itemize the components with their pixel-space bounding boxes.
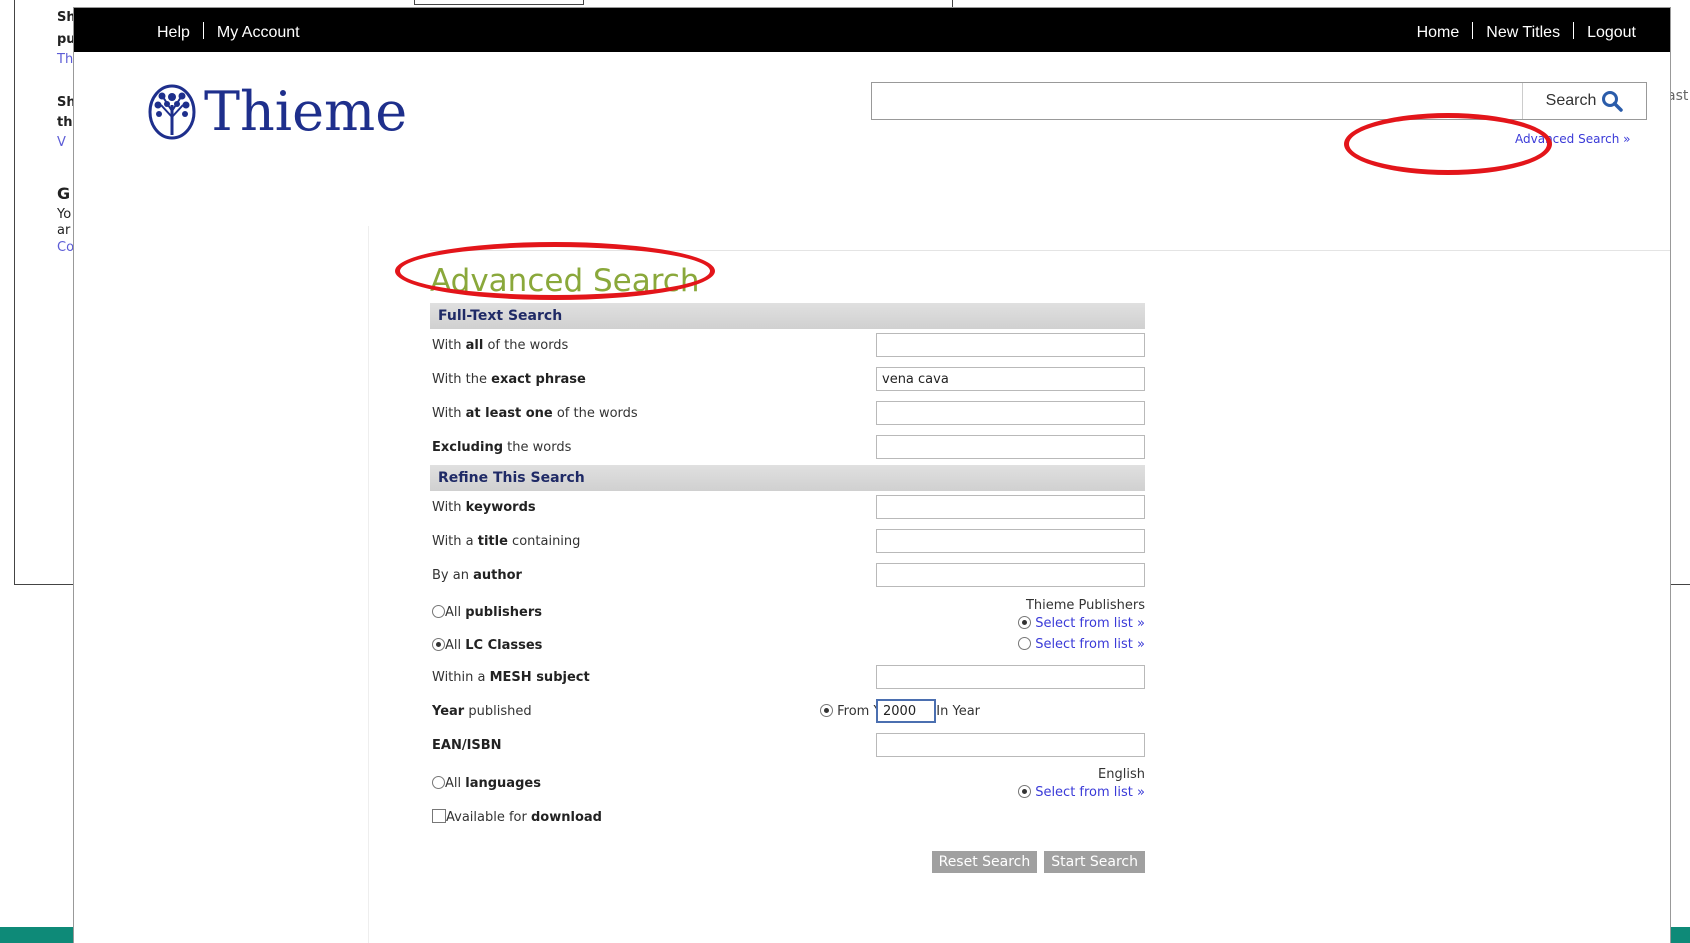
background-link[interactable]: Co <box>57 240 74 256</box>
year-row: Year published From Year In Year <box>430 695 1145 729</box>
site-search: Search <box>871 82 1647 120</box>
at-least-one-input[interactable] <box>876 401 1145 425</box>
top-nav-right: Home New Titles Logout <box>1417 22 1636 42</box>
background-text: ast <box>1667 88 1689 104</box>
exact-phrase-label: With the exact phrase <box>432 372 586 387</box>
excluding-input[interactable] <box>876 435 1145 459</box>
lc-classes-select-option[interactable]: Select from list » <box>1018 637 1145 652</box>
reset-search-button[interactable]: Reset Search <box>931 851 1038 873</box>
all-words-label: With all of the words <box>432 338 569 353</box>
top-nav-bar: Help My Account Home New Titles Logout <box>74 8 1670 52</box>
nav-separator <box>1573 22 1575 39</box>
lc-classes-row: All LC Classes Select from list » <box>430 631 1145 661</box>
top-nav-left: Help My Account <box>157 22 300 42</box>
publishers-select-link[interactable]: Select from list » <box>1035 616 1145 631</box>
all-publishers-option[interactable]: All publishers <box>432 605 542 620</box>
languages-list-radio[interactable] <box>1018 785 1032 798</box>
full-text-search-header: Full-Text Search <box>430 303 1145 329</box>
isbn-row: EAN/ISBN <box>430 729 1145 763</box>
background-heading: G <box>57 184 71 203</box>
publishers-list-radio[interactable] <box>1018 616 1032 629</box>
highlight-circle <box>395 242 715 300</box>
title-input[interactable] <box>876 529 1145 553</box>
logout-link[interactable]: Logout <box>1587 24 1636 41</box>
background-text: ar <box>57 223 71 238</box>
keywords-row: With keywords <box>430 491 1145 525</box>
background-link[interactable]: Th <box>57 52 73 68</box>
all-languages-radio[interactable] <box>432 776 445 789</box>
keywords-input[interactable] <box>876 495 1145 519</box>
languages-select-link[interactable]: Select from list » <box>1035 785 1145 800</box>
all-words-row: With all of the words <box>430 329 1145 363</box>
all-languages-option[interactable]: All languages <box>432 776 541 791</box>
background-box <box>414 0 584 5</box>
keywords-label: With keywords <box>432 500 536 515</box>
mesh-input[interactable] <box>876 665 1145 689</box>
languages-row: All languages English Select from list » <box>430 763 1145 803</box>
form-actions: Reset Search Start Search <box>925 851 1145 873</box>
logo-text: Thieme <box>204 80 408 143</box>
title-row: With a title containing <box>430 525 1145 559</box>
year-label: Year published <box>432 704 532 719</box>
lc-classes-select-link[interactable]: Select from list » <box>1035 637 1145 652</box>
all-lc-classes-radio[interactable] <box>432 638 445 651</box>
actions-row: Reset Search Start Search <box>430 837 1145 877</box>
excluding-label: Excluding the words <box>432 440 572 455</box>
isbn-label: EAN/ISBN <box>432 738 502 753</box>
start-search-button[interactable]: Start Search <box>1044 851 1145 873</box>
background-text: Sh <box>57 10 76 25</box>
thieme-logo[interactable]: Thieme <box>147 80 407 143</box>
author-label: By an author <box>432 568 522 583</box>
advanced-search-form: Full-Text Search With all of the words W… <box>430 303 1145 877</box>
all-words-input[interactable] <box>876 333 1145 357</box>
lc-classes-list-radio[interactable] <box>1018 637 1032 650</box>
at-least-one-label: With at least one of the words <box>432 406 638 421</box>
excluding-row: Excluding the words <box>430 431 1145 465</box>
nav-separator <box>202 22 204 39</box>
exact-phrase-input[interactable] <box>876 367 1145 391</box>
languages-selection: English Select from list » <box>1018 766 1145 802</box>
languages-select-option[interactable]: Select from list » <box>1018 784 1145 802</box>
search-button-label: Search <box>1545 92 1597 109</box>
all-publishers-radio[interactable] <box>432 605 445 618</box>
my-account-link[interactable]: My Account <box>217 24 300 41</box>
publishers-row: All publishers Thieme Publishers Select … <box>430 593 1145 631</box>
isbn-input[interactable] <box>876 733 1145 757</box>
search-icon <box>1602 91 1624 112</box>
at-least-one-row: With at least one of the words <box>430 397 1145 431</box>
publishers-selection: Thieme Publishers Select from list » <box>1018 597 1145 633</box>
background-link[interactable]: V <box>57 135 66 151</box>
selected-language-text: English <box>1098 767 1145 782</box>
mesh-row: Within a MESH subject <box>430 661 1145 695</box>
selected-publisher-text: Thieme Publishers <box>1025 598 1145 613</box>
background-text: Sh <box>57 95 76 110</box>
title-label: With a title containing <box>432 534 581 549</box>
all-lc-classes-option[interactable]: All LC Classes <box>432 638 542 653</box>
content-divider <box>368 226 369 943</box>
new-titles-link[interactable]: New Titles <box>1486 24 1560 41</box>
search-button[interactable]: Search <box>1522 83 1646 119</box>
highlight-circle <box>1344 113 1552 175</box>
download-option[interactable]: Available for download <box>432 809 602 825</box>
author-input[interactable] <box>876 563 1145 587</box>
download-checkbox[interactable] <box>432 809 446 823</box>
background-text: Yo <box>57 207 72 222</box>
download-row: Available for download <box>430 803 1145 837</box>
nav-separator <box>1472 22 1474 39</box>
thieme-window: Help My Account Home New Titles Logout Thie… <box>74 8 1670 943</box>
home-link[interactable]: Home <box>1417 24 1460 41</box>
tree-logo-icon <box>148 84 196 139</box>
exact-phrase-row: With the exact phrase <box>430 363 1145 397</box>
help-link[interactable]: Help <box>157 24 190 41</box>
background-text: th <box>57 115 73 130</box>
from-year-radio[interactable] <box>820 704 833 717</box>
mesh-label: Within a MESH subject <box>432 670 590 685</box>
background-text: pu <box>57 32 76 47</box>
author-row: By an author <box>430 559 1145 593</box>
refine-search-header: Refine This Search <box>430 465 1145 491</box>
year-input[interactable] <box>876 699 936 723</box>
